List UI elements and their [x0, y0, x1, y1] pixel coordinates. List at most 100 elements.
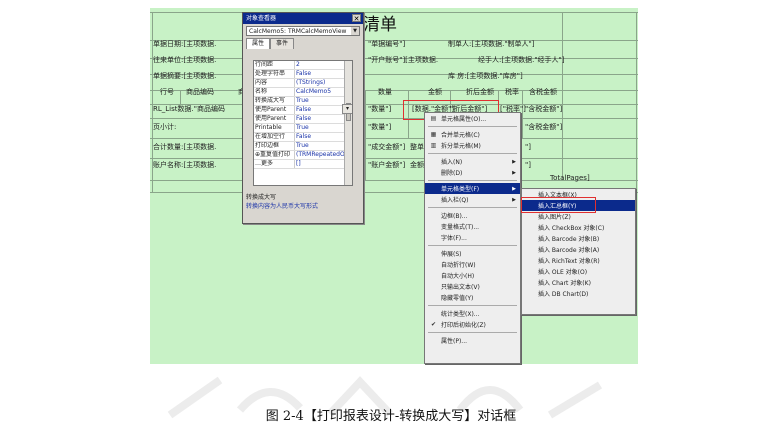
property-row[interactable]: 行间距 2	[254, 61, 352, 70]
report-cell[interactable]: 税率	[505, 88, 519, 97]
menu-item[interactable]: 插入栏(Q) ▶	[425, 194, 520, 205]
menu-item[interactable]: ▥ 拆分单元格(M)	[425, 140, 520, 151]
property-row[interactable]: 打印边框 True	[254, 142, 352, 151]
blank-icon	[430, 158, 437, 165]
report-cell[interactable]: 商品编码	[186, 88, 214, 97]
submenu-item[interactable]: 插入 Barcode 对象(B)	[522, 233, 635, 244]
menu-separator	[428, 126, 517, 127]
report-cell[interactable]: "含税金额"]	[525, 105, 562, 114]
menu-item[interactable]: 自动折行(W)	[425, 259, 520, 270]
report-cell[interactable]: "含税金额"]	[525, 123, 562, 132]
property-row[interactable]: 名称 CalcMemo5	[254, 88, 352, 97]
menu-item-label: 伸展(S)	[441, 251, 462, 258]
close-icon[interactable]: ✕	[352, 14, 361, 23]
report-cell[interactable]: 往来单位:[主项数据.	[153, 56, 216, 65]
menu-separator	[428, 153, 517, 154]
report-cell[interactable]: "数量"]	[368, 123, 391, 132]
submenu-item-label: 插入图片(Z)	[538, 214, 571, 221]
report-cell[interactable]: 合计数量:[主项数据.	[153, 143, 216, 152]
report-cell[interactable]: "]	[525, 143, 531, 152]
dialog-title-bar: 对象查看器 ✕	[243, 13, 363, 24]
report-cell[interactable]: 账户名称:[主项数据.	[153, 161, 216, 170]
report-cell[interactable]: 单据日期:[主项数据.	[153, 40, 216, 49]
submenu-item[interactable]: 插入 DB Chart(D)	[522, 288, 635, 299]
object-select[interactable]: CalcMemo5: TRMCalcMemoView ▼	[246, 26, 360, 36]
blank-icon	[430, 337, 437, 344]
report-cell[interactable]: 单据摘要:[主项数据.	[153, 72, 216, 81]
property-row[interactable]: …更多[]	[254, 160, 352, 169]
menu-item[interactable]: ✔ 打印后初始化(Z)	[425, 319, 520, 330]
property-row[interactable]: 使用Parent False	[254, 106, 352, 115]
split-icon: ▥	[430, 142, 437, 149]
property-name: ⊕重复值打印	[254, 151, 295, 159]
report-cell[interactable]: 页小计:	[153, 123, 176, 132]
blank-icon	[430, 234, 437, 241]
menu-item-label: 边框(B)...	[441, 213, 468, 220]
report-cell[interactable]: 库 房:[主项数据."库房"]	[448, 72, 523, 81]
property-row[interactable]: Printable True	[254, 124, 352, 133]
menu-separator	[428, 245, 517, 246]
report-cell[interactable]: 折后金额	[466, 88, 494, 97]
report-cell[interactable]: "开户账号"][主项数据.	[368, 56, 438, 65]
report-cell[interactable]: RL_List数据."商品编码	[153, 105, 225, 114]
menu-item[interactable]: 属性(P)...	[425, 335, 520, 346]
menu-item[interactable]: 插入(N) ▶	[425, 156, 520, 167]
menu-item[interactable]: 统计类型(X)...	[425, 308, 520, 319]
submenu-item[interactable]: 插入 OLE 对象(O)	[522, 266, 635, 277]
menu-item-label: 属性(P)...	[441, 338, 468, 345]
blank-icon	[430, 283, 437, 290]
object-inspector-dialog: 对象查看器 ✕ CalcMemo5: TRMCalcMemoView ▼ 属性 …	[242, 12, 364, 224]
property-row[interactable]: 处理字符串 False	[254, 70, 352, 79]
value-dropdown-icon[interactable]: ▾	[342, 104, 352, 114]
tab-properties[interactable]: 属性	[246, 38, 271, 49]
report-cell[interactable]: 数量	[378, 88, 392, 97]
report-cell[interactable]: 制单人:[主项数据."制单人"]	[448, 40, 535, 49]
submenu-arrow-icon: ▶	[512, 196, 516, 203]
report-cell[interactable]: "数量"]	[368, 105, 391, 114]
menu-item[interactable]: 隐藏零值(Y)	[425, 292, 520, 303]
report-cell[interactable]: 经手人:[主项数据."经手人"]	[478, 56, 565, 65]
property-row[interactable]: 在增加空行 False	[254, 133, 352, 142]
menu-item[interactable]: 自动大小(H)	[425, 270, 520, 281]
submenu-arrow-icon: ▶	[512, 185, 516, 192]
menu-item-label: 自动大小(H)	[441, 273, 475, 280]
property-row[interactable]: 使用Parent False	[254, 115, 352, 124]
submenu-item-label: 插入 DB Chart(D)	[538, 291, 589, 298]
menu-item[interactable]: 单元格类型(F) ▶	[425, 183, 520, 194]
menu-item[interactable]: ▦ 合并单元格(C)	[425, 129, 520, 140]
menu-item[interactable]: ▤ 单元格属性(O)...	[425, 113, 520, 124]
menu-item[interactable]: 删除(D) ▶	[425, 167, 520, 178]
menu-item[interactable]: 边框(B)...	[425, 210, 520, 221]
report-cell[interactable]: "]	[525, 161, 531, 170]
report-cell[interactable]: "账户金额"]	[368, 161, 405, 170]
tab-events[interactable]: 事件	[270, 38, 295, 49]
menu-item-label: 字体(F)...	[441, 235, 467, 242]
submenu-item[interactable]: 插入 Barcode 对象(A)	[522, 244, 635, 255]
property-row[interactable]: 转换成大写 True	[254, 97, 352, 106]
property-row[interactable]: ⊕重复值打印 (TRMRepeatedO	[254, 151, 352, 160]
submenu-item[interactable]: 插入 RichText 对象(R)	[522, 255, 635, 266]
menu-item[interactable]: 字体(F)...	[425, 232, 520, 243]
menu-item[interactable]: 只输出文本(V)	[425, 281, 520, 292]
blank-icon	[430, 212, 437, 219]
report-cell[interactable]: 金额	[428, 88, 442, 97]
report-cell[interactable]: 金额	[410, 161, 424, 170]
property-scrollbar[interactable]	[344, 61, 352, 185]
menu-item[interactable]: 伸展(S)	[425, 248, 520, 259]
blank-icon	[527, 268, 534, 275]
menu-item[interactable]: 变量格式(T)...	[425, 221, 520, 232]
property-name: …更多	[254, 160, 295, 168]
menu-item-label: 自动折行(W)	[441, 262, 476, 269]
report-cell[interactable]: "单据编号"]	[368, 40, 405, 49]
report-cell[interactable]: "成交金额"]	[368, 143, 405, 152]
submenu-item[interactable]: 插入 Chart 对象(K)	[522, 277, 635, 288]
property-row[interactable]: 内容 (TStrings)	[254, 79, 352, 88]
submenu-item[interactable]: 插入 CheckBox 对象(C)	[522, 222, 635, 233]
report-cell[interactable]: 含税金额	[529, 88, 557, 97]
report-cell[interactable]: 行号	[160, 88, 174, 97]
submenu-item-label: 插入 Barcode 对象(B)	[538, 236, 600, 243]
submenu-arrow-icon: ▶	[512, 169, 516, 176]
chevron-down-icon[interactable]: ▼	[351, 27, 359, 35]
report-cell[interactable]: TotalPages]	[550, 174, 590, 183]
menu-item-label: 单元格类型(F)	[441, 186, 480, 193]
